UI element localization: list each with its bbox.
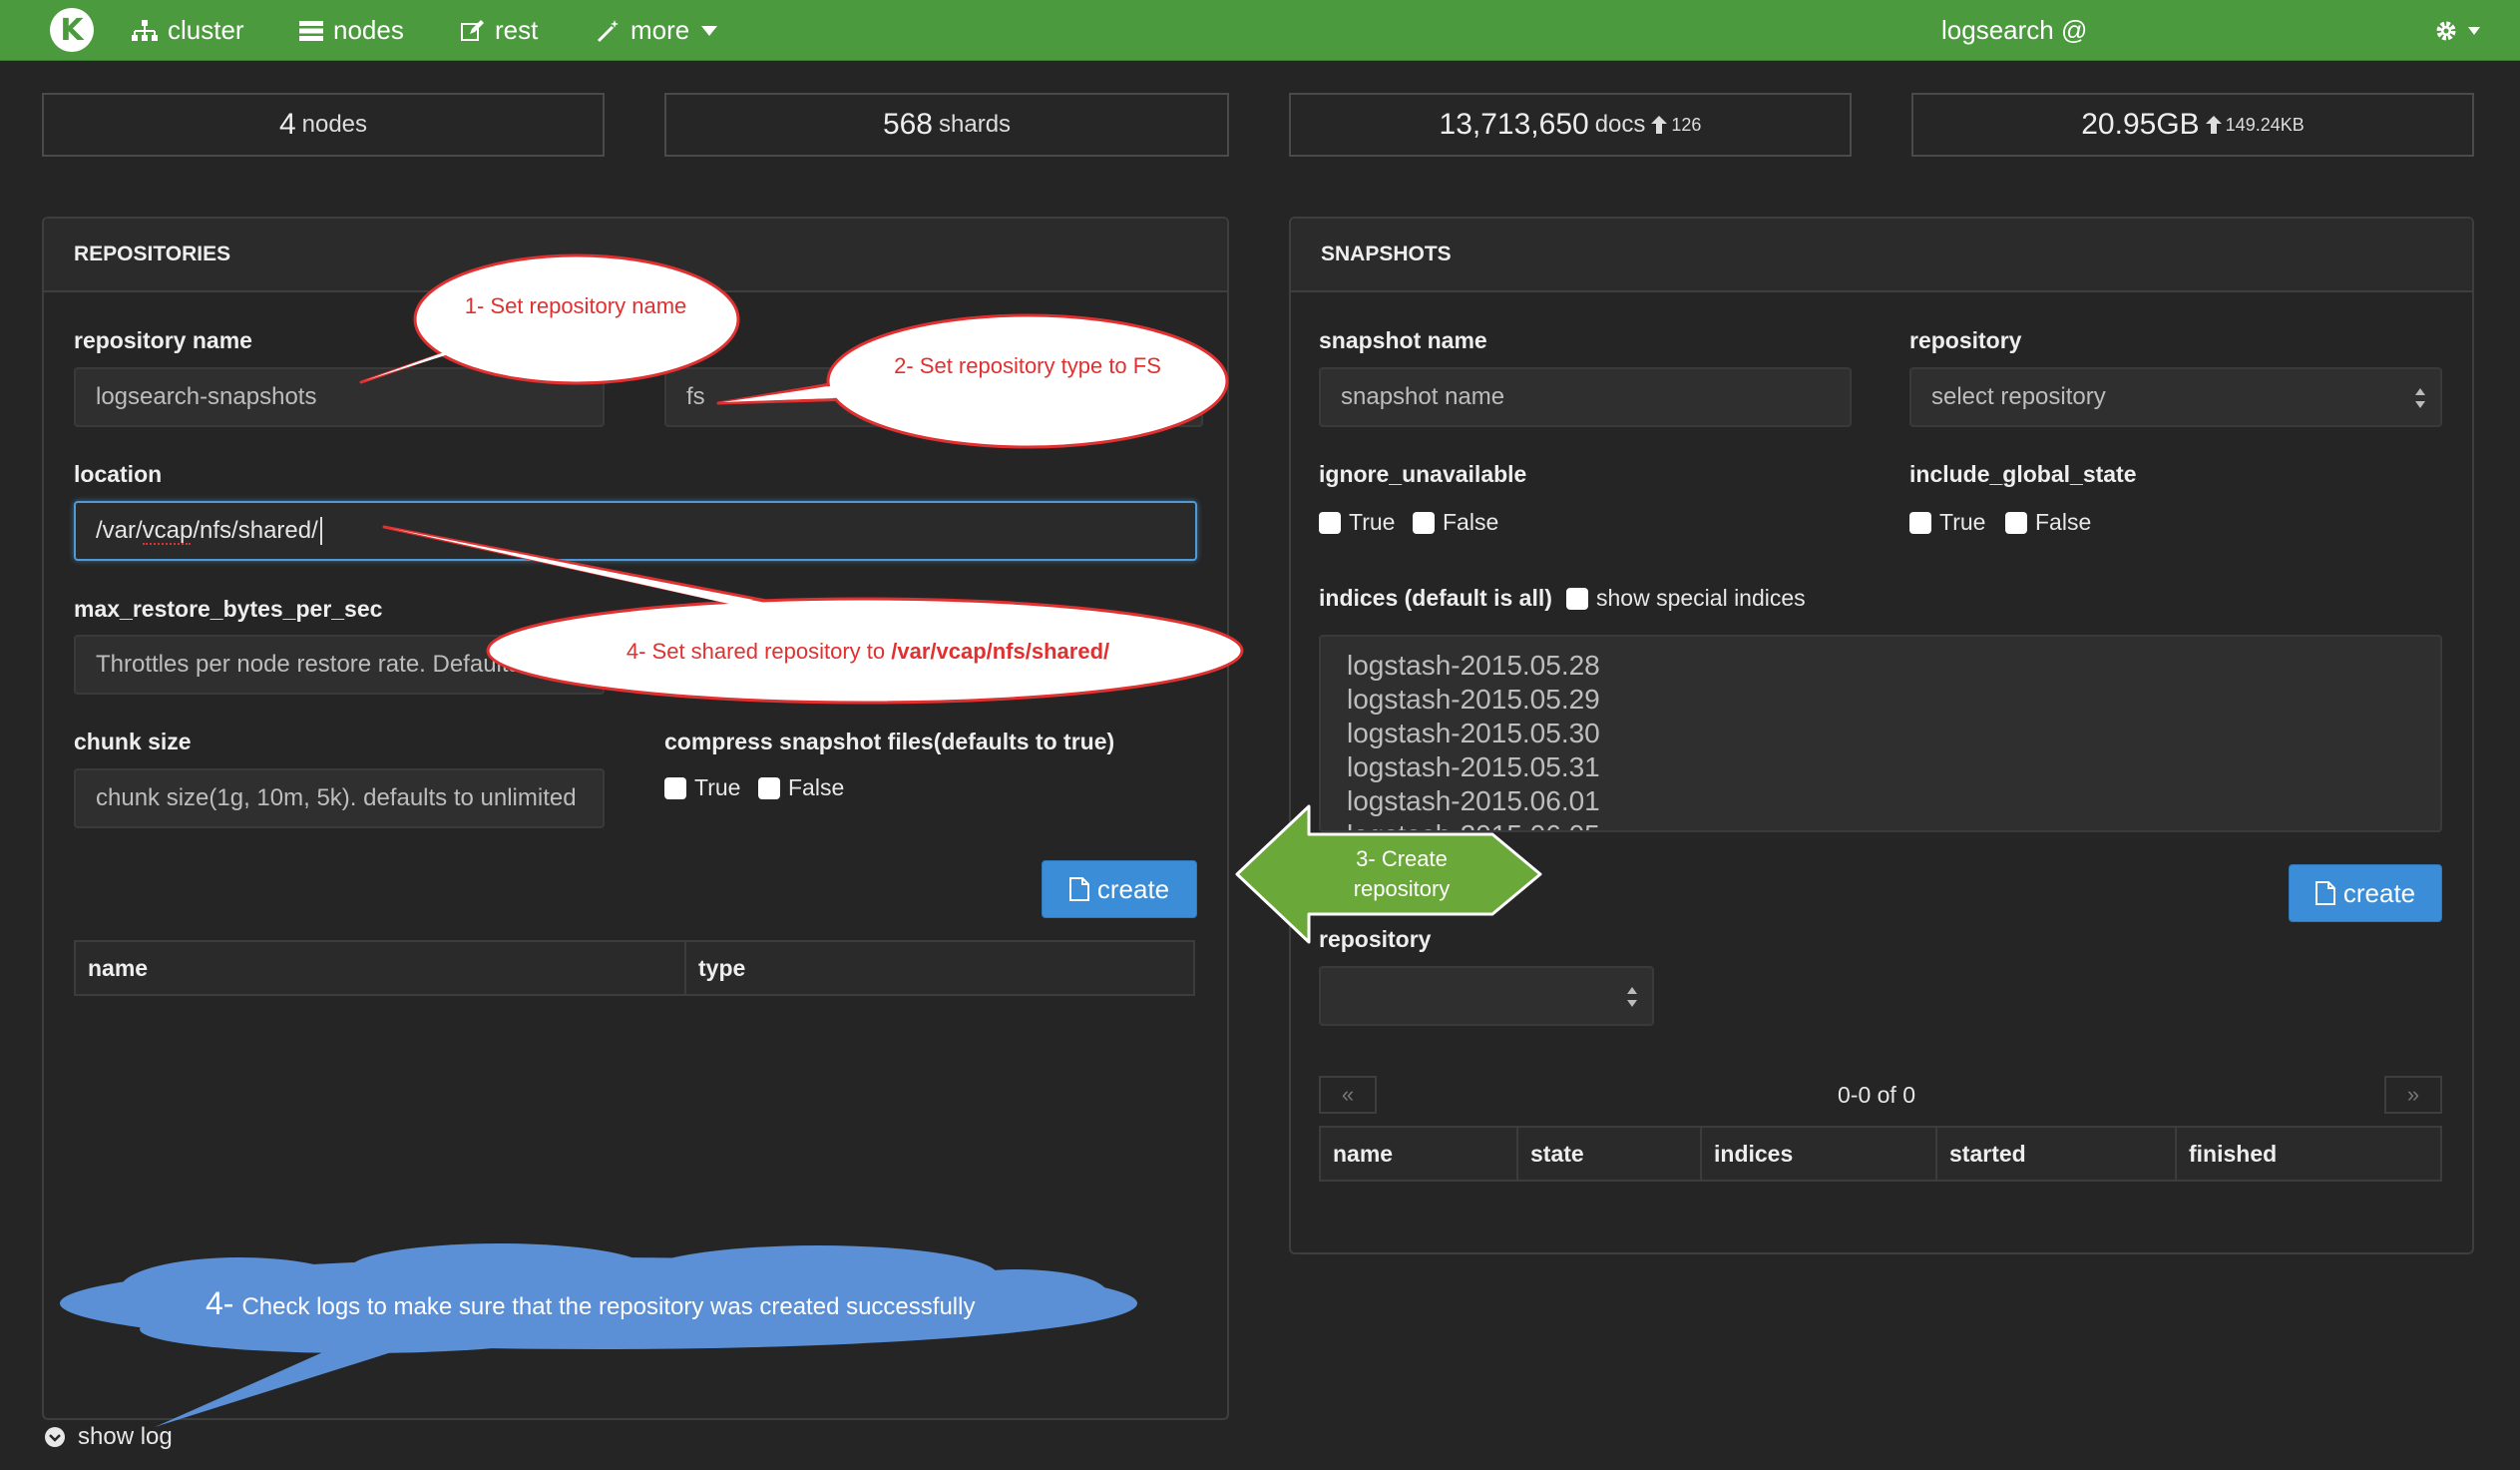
callout-step4-prefix: 4- Set shared repository to — [626, 639, 892, 664]
annotation-overlay — [60, 253, 1542, 1427]
callout-step4-bubble — [382, 525, 1244, 705]
callout-step5-text: 4- Check logs to make sure that the repo… — [206, 1285, 975, 1322]
callout-step1-text: 1- Set repository name — [464, 293, 687, 318]
callout-step5-num: 4- — [206, 1285, 234, 1321]
callout-step4-path: /var/vcap/nfs/shared/ — [891, 639, 1110, 664]
blue-cloud-step5 — [60, 1243, 1137, 1427]
callout-step4-text: 4- Set shared repository to /var/vcap/nf… — [519, 637, 1217, 667]
callout-step5-body: Check logs to make sure that the reposit… — [241, 1293, 976, 1320]
callout-step3-text: 3- Create repository — [1353, 846, 1451, 901]
callout-step2-bubble — [716, 313, 1229, 449]
callout-step2-text: 2- Set repository type to FS — [894, 353, 1161, 378]
